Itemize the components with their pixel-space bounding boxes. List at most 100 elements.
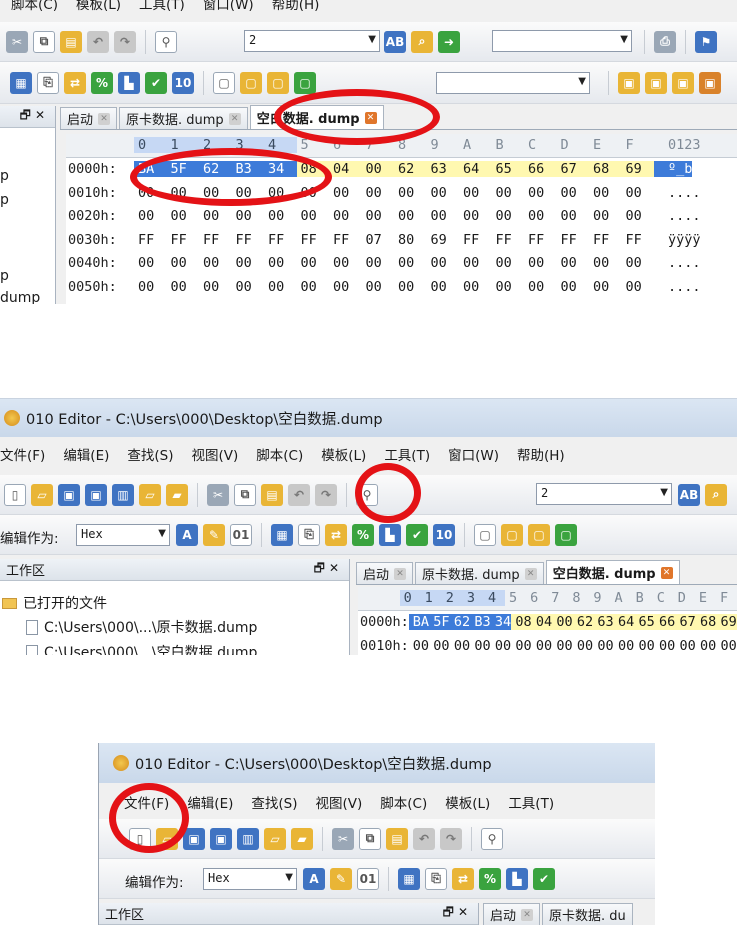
hex-byte[interactable]: 63 [593,614,614,631]
template-4-icon[interactable]: ▢ [294,71,316,94]
hex-byte[interactable]: 00 [264,208,297,224]
hex-byte[interactable]: FF [524,232,557,248]
hex-byte[interactable]: 00 [409,638,430,654]
hex-byte[interactable]: 04 [531,614,553,631]
replace-icon[interactable]: AB [384,30,406,53]
hex-byte[interactable]: 00 [492,208,525,224]
script-4-icon[interactable]: ▣ [699,71,721,94]
hex-byte[interactable]: 00 [614,638,635,654]
hex-byte[interactable]: 00 [622,208,655,224]
save-all-icon[interactable]: ▥ [237,827,259,850]
pane-pin-close-icon[interactable]: 🗗✕ [314,559,343,580]
menu-script[interactable]: 脚本(C) [2,0,67,13]
template-3-icon[interactable]: ▢ [267,71,289,94]
hex-byte[interactable]: FF [557,232,590,248]
go-icon[interactable]: ➜ [438,30,460,53]
pane-pin-close-icon[interactable]: 🗗✕ [443,903,472,924]
hex-byte[interactable]: 68 [696,614,717,631]
tab-close-icon[interactable]: ✕ [660,566,673,579]
script-3-icon[interactable]: ▣ [672,71,694,94]
hex-byte[interactable]: 00 [557,185,590,201]
hex-byte[interactable]: 5F [166,161,199,178]
hex-byte[interactable]: 00 [199,185,232,201]
hex-byte[interactable]: 00 [675,638,696,654]
hex-byte[interactable]: 69 [427,232,460,248]
checksum-icon[interactable]: ✔ [406,523,428,546]
find-icon[interactable]: ⚲ [356,483,378,506]
edit-as-select[interactable]: Hex ▼ [203,868,297,890]
script-1-icon[interactable]: ▣ [618,71,640,94]
hex-byte[interactable]: 63 [426,161,459,178]
tab-blank-dump[interactable]: 空白数据. dump ✕ [545,560,680,584]
highlight-icon[interactable]: ✎ [203,523,225,546]
hex-byte[interactable]: 65 [491,161,524,178]
hex-byte[interactable]: 67 [675,614,696,631]
hex-byte[interactable]: 80 [394,232,427,248]
hex-byte[interactable]: 34 [264,161,297,178]
script-2-icon[interactable]: ▣ [645,71,667,94]
copy-icon[interactable]: ⧉ [33,30,55,53]
hex-byte[interactable]: 69 [716,614,737,631]
hex-byte[interactable]: 00 [470,638,491,654]
hex-byte[interactable]: 00 [329,279,362,295]
menu-template[interactable]: 模板(L) [67,0,130,13]
hex-byte[interactable]: 34 [490,614,512,631]
hex-byte[interactable]: 00 [622,255,655,271]
menu-find[interactable]: 查找(S) [242,792,306,812]
tab-start[interactable]: 启动 ✕ [483,903,541,925]
template-2-icon[interactable]: ▢ [501,523,523,546]
open-file-icon[interactable]: ▱ [31,483,53,506]
hex-byte[interactable]: BA [408,614,430,631]
open-folder-icon[interactable]: ▱ [264,827,286,850]
binary-icon[interactable]: 01 [357,867,379,890]
workspace-icon[interactable]: ▰ [291,827,313,850]
hex-byte[interactable]: 00 [492,255,525,271]
hex-byte[interactable]: 08 [296,161,329,178]
hex-byte[interactable]: 00 [573,638,594,654]
hex-byte[interactable]: 00 [199,255,232,271]
paste-icon[interactable]: ▤ [60,30,82,53]
hex-byte[interactable]: 00 [459,279,492,295]
tab-start[interactable]: 启动 ✕ [356,562,414,584]
hex-byte[interactable]: B3 [470,614,491,631]
hex-byte[interactable]: FF [329,232,362,248]
tree-file-item[interactable]: C:\Users\000\...\空白数据.dump [26,642,257,655]
template-2-icon[interactable]: ▢ [240,71,262,94]
hex-byte[interactable]: BA [134,161,167,178]
replace-icon[interactable]: AB [678,483,700,506]
hex-byte[interactable]: 00 [134,255,167,271]
hex-byte[interactable]: 00 [394,255,427,271]
menu-script[interactable]: 脚本(C) [247,444,312,464]
swap-icon[interactable]: ⇄ [64,71,86,94]
hex-byte[interactable]: 00 [429,638,450,654]
hex-byte[interactable]: 62 [572,614,594,631]
template-3-icon[interactable]: ▢ [528,523,550,546]
hex-byte[interactable]: 00 [557,208,590,224]
hex-byte[interactable]: 00 [362,279,395,295]
save-as-icon[interactable]: ▣ [210,827,232,850]
save-as-icon[interactable]: ▣ [85,483,107,506]
histogram-icon[interactable]: ▙ [506,867,528,890]
hex-byte[interactable]: 66 [654,614,676,631]
cut-icon[interactable]: ✂ [207,483,229,506]
hex-byte[interactable]: 00 [297,185,330,201]
hex-byte[interactable]: 00 [492,279,525,295]
copy-icon[interactable]: ⧉ [234,483,256,506]
template-4-icon[interactable]: ▢ [555,523,577,546]
hex-byte[interactable]: 00 [524,185,557,201]
hex-editor[interactable]: 0 1 2 3 4 5 6 7 8 9 A B C D E F 0123 0000h: BA 5F 62 B3 34 08 04… [66,134,737,304]
menu-help[interactable]: 帮助(H) [508,444,574,464]
tree-open-files[interactable]: 已打开的文件 [2,593,107,613]
hex-byte[interactable]: 00 [459,255,492,271]
hex-byte[interactable]: 66 [524,161,557,178]
hex-byte[interactable]: 00 [329,185,362,201]
hex-editor[interactable]: 0 1 2 3 4 5 6 7 8 9 A B C D E F 0000h: BA 5F 62 B3 34 08 04 00 62… [358,587,737,655]
hex-byte[interactable]: 00 [459,208,492,224]
copy-icon[interactable]: ⧉ [359,827,381,850]
undo-icon[interactable]: ↶ [413,827,435,850]
find-icon[interactable]: ⚲ [481,827,503,850]
calculator-icon[interactable]: ▦ [271,523,293,546]
histogram-icon[interactable]: ▙ [118,71,140,94]
hex-byte[interactable]: 67 [556,161,589,178]
hex-byte[interactable]: 00 [427,185,460,201]
